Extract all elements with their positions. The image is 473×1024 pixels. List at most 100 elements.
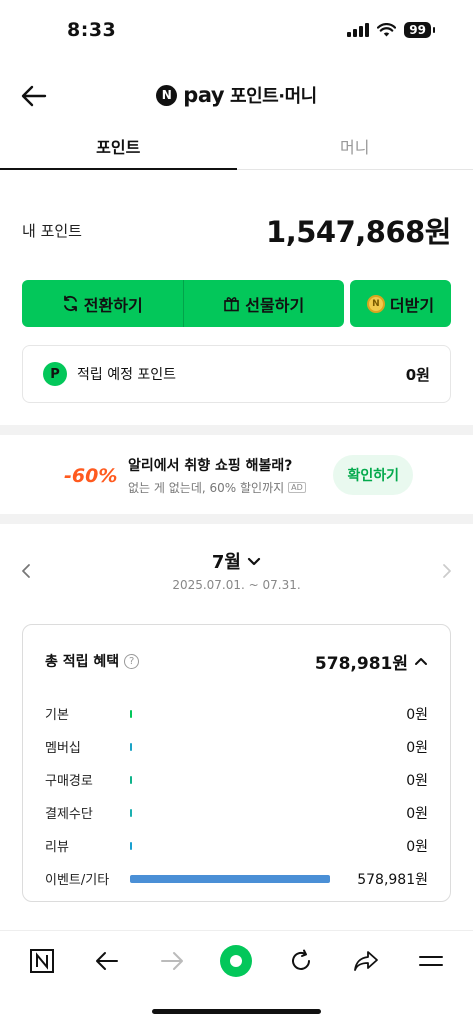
- summary-row: 리뷰 0원: [45, 829, 428, 862]
- summary-total: 578,981원: [315, 649, 428, 674]
- row-bar: [130, 742, 132, 751]
- row-bar: [130, 874, 330, 883]
- row-bar: [130, 808, 132, 817]
- summary-header[interactable]: 총 적립 혜택 ? 578,981원: [45, 625, 428, 697]
- next-month-button[interactable]: [441, 562, 453, 584]
- my-points-value: 1,547,868원: [266, 215, 451, 249]
- section-divider: [0, 425, 473, 435]
- month-range: 2025.07.01. ~ 07.31.: [172, 578, 301, 592]
- summary-title-text: 총 적립 혜택: [45, 654, 120, 670]
- menu-button[interactable]: [411, 941, 451, 981]
- browser-forward-button[interactable]: [152, 941, 192, 981]
- tab-bar: 포인트 머니: [0, 128, 473, 170]
- point-badge-icon: P: [43, 362, 67, 386]
- row-value: 0원: [406, 805, 428, 822]
- help-icon[interactable]: ?: [124, 653, 140, 669]
- share-button[interactable]: [346, 941, 386, 981]
- back-arrow-icon: [96, 951, 119, 970]
- row-bar-track: [130, 808, 330, 817]
- row-bar-track: [130, 874, 330, 883]
- row-value: 0원: [406, 772, 428, 789]
- summary-row: 이벤트/기타 578,981원: [45, 862, 428, 895]
- month-label: 7월: [211, 552, 241, 573]
- month-navigation: 7월 2025.07.01. ~ 07.31.: [0, 548, 473, 598]
- section-divider: [0, 514, 473, 524]
- summary-row: 멤버십 0원: [45, 730, 428, 763]
- row-label: 이벤트/기타: [45, 873, 110, 888]
- my-points-label: 내 포인트: [22, 221, 82, 240]
- summary-rows: 기본 0원 멤버십 0원 구매경로 0원 결제수단 0원 리뷰 0원 이벤트/기…: [45, 697, 428, 895]
- naver-home-icon: [30, 948, 55, 973]
- ad-title: 알리에서 취향 쇼핑 해볼래?: [128, 457, 293, 474]
- row-label: 결제수단: [45, 807, 93, 822]
- page-title: N pay 포인트·머니: [0, 82, 473, 108]
- ad-text: 알리에서 취향 쇼핑 해볼래? 없는 게 없는데, 60% 할인까지 AD: [128, 455, 333, 496]
- pending-points-box[interactable]: P 적립 예정 포인트 0원: [22, 345, 451, 403]
- browser-back-button[interactable]: [87, 941, 127, 981]
- action-buttons: 전환하기 선물하기 N 더받기: [22, 280, 451, 327]
- row-label: 기본: [45, 708, 69, 723]
- refresh-button[interactable]: [281, 941, 321, 981]
- menu-icon: [418, 955, 443, 966]
- row-bar: [130, 841, 132, 850]
- ad-badge: AD: [288, 481, 306, 493]
- convert-icon: [63, 295, 77, 312]
- my-points-row: 내 포인트 1,547,868원: [22, 208, 451, 252]
- ad-subtitle: 없는 게 없는데, 60% 할인까지 AD: [128, 479, 333, 496]
- ad-logo: -60%: [60, 455, 118, 495]
- row-value: 578,981원: [357, 871, 428, 888]
- wifi-icon: [377, 23, 397, 37]
- pay-brand: pay: [183, 83, 225, 107]
- summary-total-value: 578,981원: [314, 653, 408, 674]
- forward-arrow-icon: [160, 951, 183, 970]
- green-dot-button[interactable]: [216, 941, 256, 981]
- summary-title: 총 적립 혜택 ?: [45, 651, 140, 671]
- ad-logo-text: -60%: [64, 465, 118, 487]
- row-bar-track: [130, 775, 330, 784]
- share-icon: [353, 950, 378, 971]
- gift-label: 선물하기: [245, 295, 305, 315]
- row-bar-track: [130, 841, 330, 850]
- refresh-icon: [292, 949, 311, 970]
- title-text: 포인트·머니: [230, 86, 317, 107]
- benefit-summary-card: 총 적립 혜택 ? 578,981원 기본 0원 멤버십 0원 구매경로 0원 …: [22, 624, 451, 902]
- tab-money[interactable]: 머니: [237, 128, 473, 169]
- coin-icon: N: [366, 294, 385, 313]
- row-value: 0원: [406, 706, 428, 723]
- bottom-navigation: [0, 930, 473, 990]
- row-bar: [130, 709, 132, 718]
- status-time: 8:33: [67, 19, 117, 41]
- row-value: 0원: [406, 838, 428, 855]
- home-indicator: [152, 1009, 321, 1014]
- gift-icon: [224, 297, 240, 312]
- row-label: 리뷰: [45, 840, 69, 855]
- pending-points-label: 적립 예정 포인트: [77, 367, 177, 383]
- summary-row: 결제수단 0원: [45, 796, 428, 829]
- ad-confirm-button[interactable]: 확인하기: [333, 455, 413, 495]
- status-bar: 8:33 99: [0, 0, 473, 62]
- row-bar-track: [130, 709, 330, 718]
- summary-row: 구매경로 0원: [45, 763, 428, 796]
- green-dot-icon: [220, 944, 253, 977]
- convert-button[interactable]: 전환하기: [22, 280, 183, 327]
- row-value: 0원: [406, 739, 428, 756]
- summary-row: 기본 0원: [45, 697, 428, 730]
- chevron-up-icon[interactable]: [414, 655, 428, 667]
- naver-home-button[interactable]: [22, 941, 62, 981]
- row-label: 멤버십: [45, 741, 81, 756]
- gift-button[interactable]: 선물하기: [182, 280, 345, 327]
- earn-more-button[interactable]: N 더받기: [350, 280, 451, 327]
- pending-points-value: 0원: [405, 365, 430, 384]
- row-bar: [130, 775, 132, 784]
- chevron-down-icon: [248, 557, 261, 566]
- convert-label: 전환하기: [83, 295, 143, 315]
- header: N pay 포인트·머니: [0, 70, 473, 120]
- chevron-right-icon: [443, 564, 451, 578]
- earn-more-label: 더받기: [389, 295, 435, 315]
- month-selector[interactable]: 7월: [0, 548, 473, 574]
- status-icons: 99: [347, 22, 435, 38]
- naver-logo-icon: N: [156, 84, 178, 106]
- tab-points[interactable]: 포인트: [0, 128, 237, 170]
- ad-banner[interactable]: -60% 알리에서 취향 쇼핑 해볼래? 없는 게 없는데, 60% 할인까지 …: [0, 436, 473, 514]
- row-bar-track: [130, 742, 330, 751]
